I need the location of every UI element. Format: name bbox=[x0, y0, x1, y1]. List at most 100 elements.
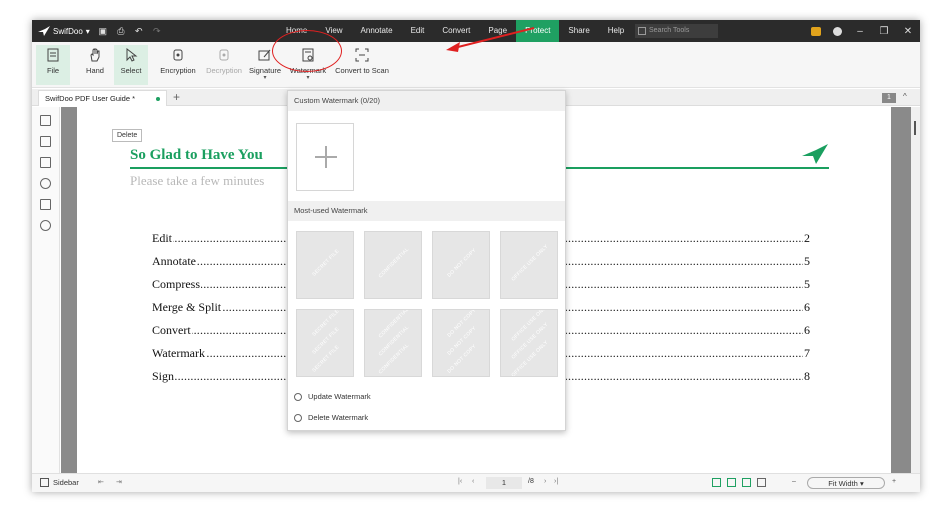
toc-page: 6 bbox=[803, 323, 810, 338]
signature-icon bbox=[258, 49, 271, 61]
next-view-icon[interactable]: ⇥ bbox=[116, 478, 122, 486]
thumbnails-icon[interactable] bbox=[40, 136, 51, 147]
user-icon[interactable] bbox=[833, 26, 842, 36]
toc-page: 5 bbox=[803, 254, 810, 269]
doc-subtitle: Please take a few minutes bbox=[130, 173, 265, 188]
scrollbar-thumb[interactable] bbox=[914, 121, 916, 135]
vertical-scrollbar[interactable] bbox=[911, 107, 920, 473]
doc-title: So Glad to Have You bbox=[130, 147, 263, 163]
zoom-in-icon[interactable]: + bbox=[892, 478, 896, 485]
continuous-icon[interactable] bbox=[742, 478, 751, 487]
sidebar-icon bbox=[40, 478, 49, 487]
watermark-preset-tiled[interactable]: OFFICE USE ONLY OFFICE USE ONLY OFFICE U… bbox=[500, 309, 558, 377]
menu-annotate[interactable]: Annotate bbox=[352, 20, 402, 42]
toc-page: 5 bbox=[803, 277, 810, 292]
toc-label: Annotate bbox=[152, 254, 197, 269]
next-page-icon[interactable]: › bbox=[544, 478, 546, 485]
convert-to-scan-button[interactable]: Convert to Scan bbox=[334, 45, 390, 85]
last-page-icon[interactable]: ›| bbox=[554, 478, 558, 485]
add-tab-icon[interactable]: + bbox=[173, 90, 180, 104]
view-mode-group bbox=[712, 478, 766, 487]
crown-icon[interactable] bbox=[811, 26, 821, 36]
unsaved-dot-icon bbox=[156, 97, 160, 101]
swifdoo-bird-icon bbox=[802, 144, 828, 164]
search-tools-input[interactable]: Search Tools bbox=[635, 24, 718, 38]
attachment-icon[interactable] bbox=[40, 178, 51, 189]
page-count-badge: 1 bbox=[882, 93, 896, 103]
sidebar-label: Sidebar bbox=[53, 478, 79, 487]
watermark-preset[interactable]: CONFIDENTIAL bbox=[364, 231, 422, 299]
single-page-icon[interactable] bbox=[712, 478, 721, 487]
encryption-button[interactable]: Encryption bbox=[156, 45, 200, 85]
decryption-label: Decryption bbox=[206, 66, 242, 75]
signature-label: Signature bbox=[248, 66, 282, 75]
menu-help[interactable]: Help bbox=[599, 20, 633, 42]
prev-page-icon[interactable]: ‹ bbox=[472, 478, 474, 485]
minimize-icon[interactable]: – bbox=[854, 26, 866, 37]
hand-button[interactable]: Hand bbox=[78, 45, 112, 85]
undo-icon[interactable]: ↶ bbox=[134, 26, 144, 36]
watermark-preset-text: SECRET FILE bbox=[311, 248, 341, 278]
left-tool-sidebar bbox=[32, 107, 60, 473]
cursor-icon bbox=[126, 48, 138, 62]
select-button[interactable]: Select bbox=[114, 45, 148, 85]
search-icon bbox=[638, 27, 646, 35]
toc-label: Convert bbox=[152, 323, 192, 338]
toc-label: Merge & Split bbox=[152, 300, 223, 315]
toc-page: 7 bbox=[803, 346, 810, 361]
bookmark-icon[interactable] bbox=[40, 115, 51, 126]
double-page-icon[interactable] bbox=[727, 478, 736, 487]
menu-edit[interactable]: Edit bbox=[402, 20, 434, 42]
app-logo[interactable]: SwifDoo ▾ bbox=[38, 26, 90, 36]
watermark-preset-tiled[interactable]: DO NOT COPY DO NOT COPY DO NOT COPY bbox=[432, 309, 490, 377]
restore-icon[interactable]: ❐ bbox=[878, 26, 890, 37]
toc-label: Compress bbox=[152, 277, 201, 292]
watermark-preset[interactable]: DO NOT COPY bbox=[432, 231, 490, 299]
app-name: SwifDoo bbox=[53, 26, 83, 36]
chevron-down-icon[interactable]: ▾ bbox=[86, 27, 90, 36]
menu-share[interactable]: Share bbox=[559, 20, 598, 42]
hand-label: Hand bbox=[86, 66, 104, 75]
update-watermark-item[interactable]: Update Watermark bbox=[294, 390, 371, 404]
zoom-select[interactable]: Fit Width ▾ bbox=[807, 477, 885, 489]
status-bar: Sidebar ⇤ ⇥ |‹ ‹ 1 /8 › ›| – Fit Width ▾… bbox=[32, 473, 920, 492]
watermark-preset-tiled[interactable]: SECRET FILE SECRET FILE SECRET FILE bbox=[296, 309, 354, 377]
close-icon[interactable]: ✕ bbox=[902, 26, 914, 37]
lock-icon bbox=[173, 49, 183, 61]
unlock-icon bbox=[219, 49, 229, 61]
document-tab-label: SwifDoo PDF User Guide * bbox=[45, 94, 136, 103]
file-button[interactable]: File bbox=[36, 45, 70, 85]
word-icon[interactable] bbox=[40, 199, 51, 210]
delete-watermark-item[interactable]: Delete Watermark bbox=[294, 411, 368, 425]
grid-view-icon[interactable] bbox=[757, 478, 766, 487]
prev-view-icon[interactable]: ⇤ bbox=[98, 478, 104, 486]
watermark-preset[interactable]: SECRET FILE bbox=[296, 231, 354, 299]
search-placeholder: Search Tools bbox=[649, 27, 690, 34]
chevron-up-icon[interactable]: ^ bbox=[903, 92, 907, 101]
first-page-icon[interactable]: |‹ bbox=[458, 478, 462, 485]
add-custom-watermark-button[interactable] bbox=[296, 123, 354, 191]
toc-page: 6 bbox=[803, 300, 810, 315]
watermark-preset[interactable]: OFFICE USE ONLY bbox=[500, 231, 558, 299]
decryption-button[interactable]: Decryption bbox=[202, 45, 246, 85]
most-used-watermark-header: Most-used Watermark bbox=[288, 201, 565, 221]
save-icon[interactable]: ▣ bbox=[98, 26, 108, 36]
redo-icon[interactable]: ↷ bbox=[152, 26, 162, 36]
comment-icon[interactable] bbox=[40, 157, 51, 168]
page-number-input[interactable]: 1 bbox=[486, 477, 522, 489]
document-tab[interactable]: SwifDoo PDF User Guide * bbox=[38, 90, 167, 106]
plus-icon bbox=[315, 146, 337, 168]
print-icon[interactable]: ⎙ bbox=[116, 26, 126, 36]
file-icon bbox=[47, 48, 59, 62]
watermark-dropdown: Custom Watermark (0/20) Most-used Waterm… bbox=[287, 90, 566, 431]
zoom-out-icon[interactable]: – bbox=[792, 478, 796, 485]
search-icon[interactable] bbox=[40, 220, 51, 231]
refresh-icon bbox=[294, 393, 302, 401]
hand-icon bbox=[90, 48, 100, 62]
app-window: SwifDoo ▾ ▣ ⎙ ↶ ↷ Home View Annotate Edi… bbox=[32, 20, 920, 492]
watermark-preset-tiled[interactable]: CONFIDENTIAL CONFIDENTIAL CONFIDENTIAL bbox=[364, 309, 422, 377]
watermark-preset-text: CONFIDENTIAL bbox=[377, 246, 411, 280]
sidebar-toggle[interactable]: Sidebar bbox=[40, 478, 79, 487]
watermark-preset-text: OFFICE USE ONLY bbox=[510, 243, 550, 283]
toc-label: Edit bbox=[152, 231, 173, 246]
